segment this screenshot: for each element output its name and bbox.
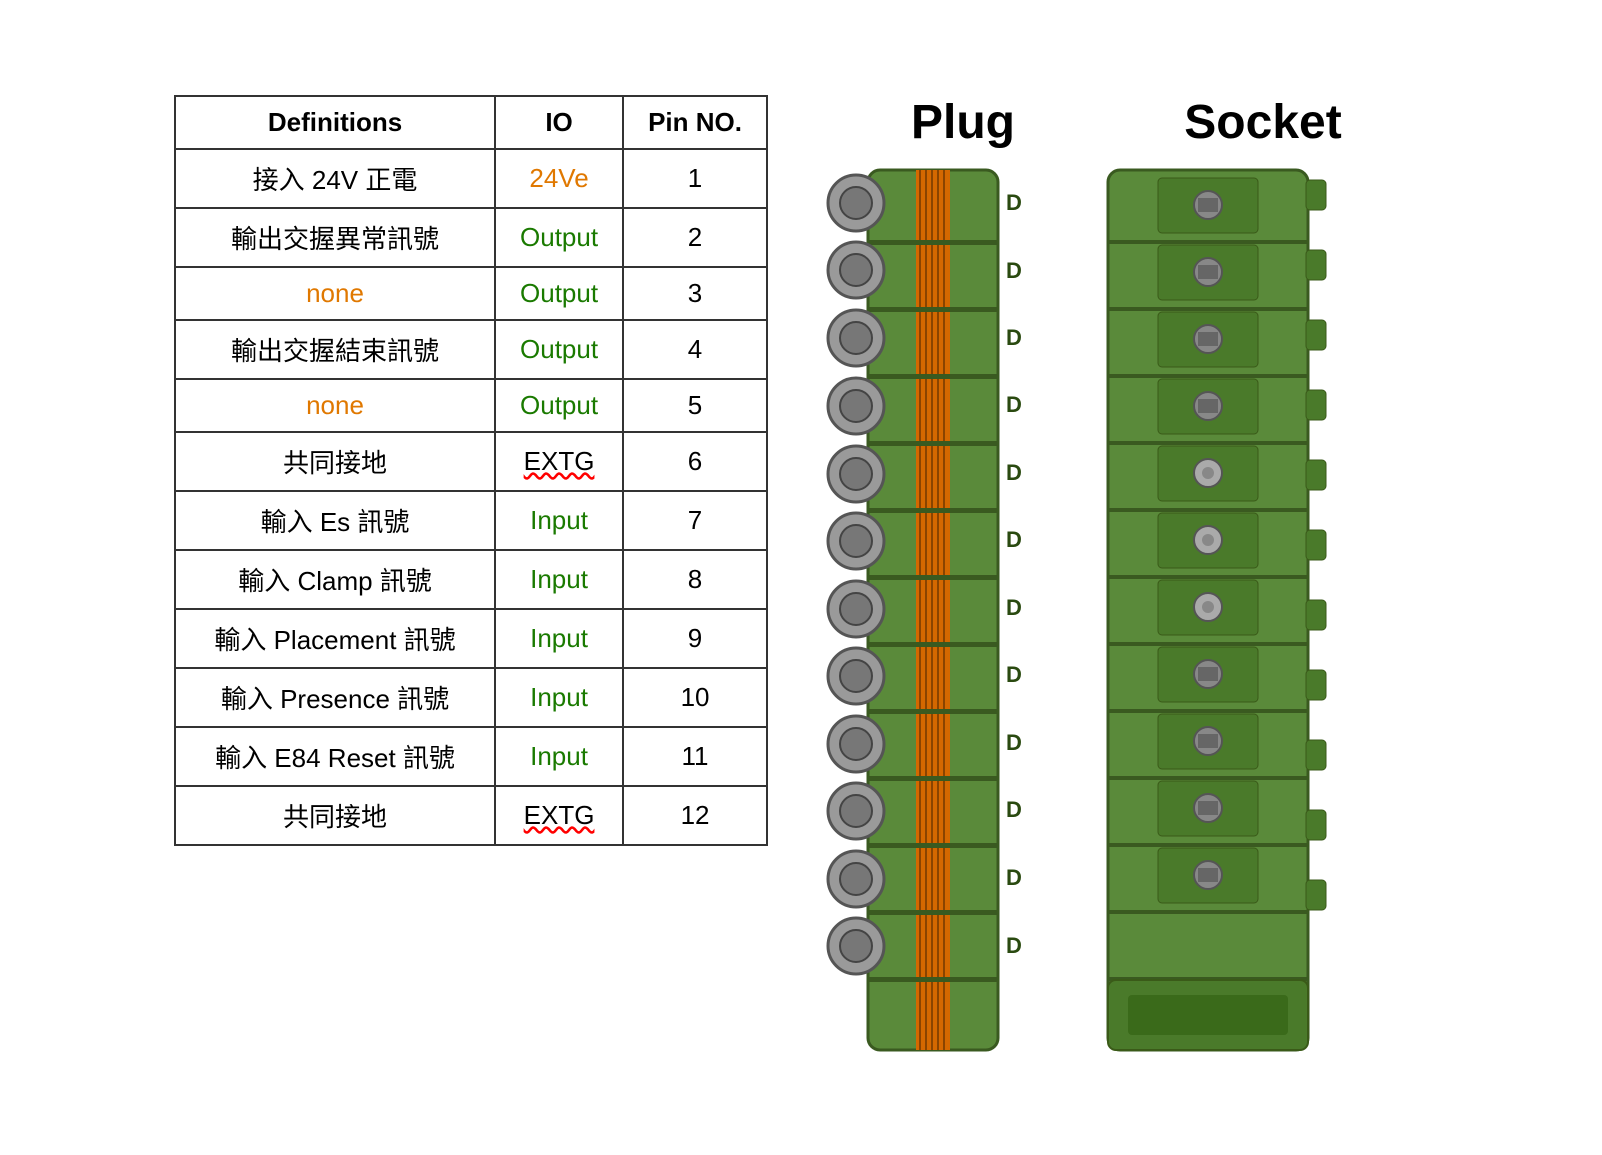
- cell-definition: 共同接地: [175, 432, 495, 491]
- svg-text:D: D: [1006, 392, 1022, 417]
- svg-text:D: D: [1006, 460, 1022, 485]
- cell-io: Input: [495, 727, 623, 786]
- cell-pin: 12: [623, 786, 767, 845]
- table-row: 輸出交握異常訊號Output2: [175, 208, 767, 267]
- cell-pin: 8: [623, 550, 767, 609]
- connectors-row: D D D D D D D D D D D D: [808, 160, 1378, 1060]
- table-row: noneOutput3: [175, 267, 767, 320]
- cell-pin: 3: [623, 267, 767, 320]
- header-io: IO: [495, 96, 623, 149]
- cell-pin: 7: [623, 491, 767, 550]
- cell-pin: 4: [623, 320, 767, 379]
- table-row: 共同接地EXTG12: [175, 786, 767, 845]
- cell-io: Input: [495, 668, 623, 727]
- cell-io: EXTG: [495, 786, 623, 845]
- plug-label: Plug: [828, 95, 1098, 150]
- cell-definition: 輸入 Presence 訊號: [175, 668, 495, 727]
- cell-io: Input: [495, 491, 623, 550]
- definitions-table: Definitions IO Pin NO. 接入 24V 正電24Ve1輸出交…: [174, 95, 768, 846]
- cell-io: Output: [495, 379, 623, 432]
- plug-diagram: D D D D D D D D D D D D: [808, 160, 1058, 1060]
- cell-definition: 共同接地: [175, 786, 495, 845]
- cell-io: Output: [495, 320, 623, 379]
- table-row: 輸入 Es 訊號Input7: [175, 491, 767, 550]
- cell-pin: 1: [623, 149, 767, 208]
- cell-pin: 2: [623, 208, 767, 267]
- cell-definition: 輸入 Es 訊號: [175, 491, 495, 550]
- socket-label: Socket: [1098, 95, 1428, 150]
- table-row: 輸入 E84 Reset 訊號Input11: [175, 727, 767, 786]
- main-container: Definitions IO Pin NO. 接入 24V 正電24Ve1輸出交…: [144, 65, 1458, 1090]
- cell-definition: none: [175, 267, 495, 320]
- svg-text:D: D: [1006, 730, 1022, 755]
- table-row: 輸入 Presence 訊號Input10: [175, 668, 767, 727]
- cell-pin: 10: [623, 668, 767, 727]
- table-row: 共同接地EXTG6: [175, 432, 767, 491]
- svg-text:D: D: [1006, 865, 1022, 890]
- cell-io: Input: [495, 609, 623, 668]
- header-pinno: Pin NO.: [623, 96, 767, 149]
- svg-text:D: D: [1006, 933, 1022, 958]
- cell-definition: 輸入 Clamp 訊號: [175, 550, 495, 609]
- svg-text:D: D: [1006, 527, 1022, 552]
- table-row: 輸入 Placement 訊號Input9: [175, 609, 767, 668]
- table-row: 輸入 Clamp 訊號Input8: [175, 550, 767, 609]
- header-definitions: Definitions: [175, 96, 495, 149]
- cell-definition: 輸出交握結束訊號: [175, 320, 495, 379]
- connector-labels: Plug Socket: [808, 95, 1428, 150]
- svg-text:D: D: [1006, 258, 1022, 283]
- cell-io: EXTG: [495, 432, 623, 491]
- cell-definition: 輸出交握異常訊號: [175, 208, 495, 267]
- cell-pin: 5: [623, 379, 767, 432]
- cell-definition: 輸入 E84 Reset 訊號: [175, 727, 495, 786]
- svg-text:D: D: [1006, 595, 1022, 620]
- table-row: 輸出交握結束訊號Output4: [175, 320, 767, 379]
- cell-io: Output: [495, 267, 623, 320]
- connectors-area: Plug Socket: [808, 95, 1428, 1060]
- cell-pin: 11: [623, 727, 767, 786]
- svg-text:D: D: [1006, 797, 1022, 822]
- table-section: Definitions IO Pin NO. 接入 24V 正電24Ve1輸出交…: [174, 95, 768, 846]
- cell-pin: 9: [623, 609, 767, 668]
- cell-definition: 輸入 Placement 訊號: [175, 609, 495, 668]
- table-row: noneOutput5: [175, 379, 767, 432]
- cell-definition: 接入 24V 正電: [175, 149, 495, 208]
- svg-text:D: D: [1006, 662, 1022, 687]
- cell-io: 24Ve: [495, 149, 623, 208]
- svg-text:D: D: [1006, 190, 1022, 215]
- cell-definition: none: [175, 379, 495, 432]
- table-row: 接入 24V 正電24Ve1: [175, 149, 767, 208]
- svg-text:D: D: [1006, 325, 1022, 350]
- cell-pin: 6: [623, 432, 767, 491]
- socket-diagram: [1078, 160, 1378, 1060]
- cell-io: Output: [495, 208, 623, 267]
- cell-io: Input: [495, 550, 623, 609]
